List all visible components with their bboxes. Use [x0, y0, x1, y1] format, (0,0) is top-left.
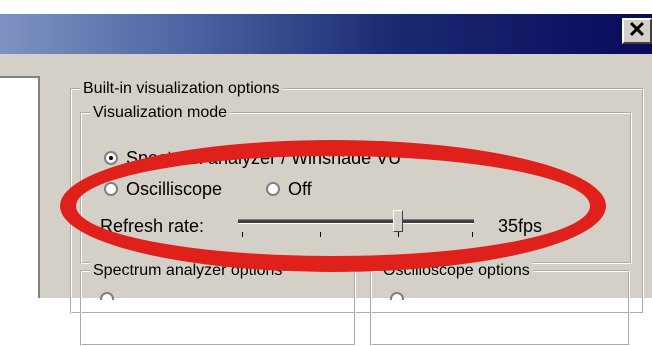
radio-button[interactable] — [104, 182, 118, 196]
radio-button[interactable] — [390, 292, 404, 300]
radio-off[interactable]: Off — [266, 177, 312, 201]
radio-button[interactable] — [266, 182, 280, 196]
slider-tick — [242, 232, 243, 237]
dialog-window: ✕ Built-in visualization options Visuali… — [0, 0, 652, 346]
refresh-rate-slider-track[interactable] — [238, 219, 474, 224]
radio-oscilloscope-label[interactable]: Oscilliscope — [126, 179, 222, 200]
radio-button[interactable] — [100, 292, 114, 300]
oscilloscope-options-group: Oscilloscope options — [370, 262, 630, 346]
close-button[interactable]: ✕ — [622, 18, 652, 44]
slider-tick — [320, 232, 321, 237]
slider-tick — [472, 232, 473, 237]
refresh-rate-label: Refresh rate: — [100, 216, 205, 236]
spectrum-analyzer-options-legend: Spectrum analyzer options — [90, 262, 286, 280]
title-bar[interactable] — [0, 14, 652, 54]
radio-off-label[interactable]: Off — [288, 179, 312, 200]
left-tree-pane[interactable] — [0, 76, 40, 298]
slider-tick — [398, 232, 399, 237]
visualization-mode-legend: Visualization mode — [90, 104, 231, 122]
radio-oscilloscope[interactable]: Oscilliscope — [104, 177, 222, 201]
radio-spectrum-analyzer[interactable]: Spectrum analyzer / Winshade VU — [104, 146, 401, 170]
oscilloscope-options-legend: Oscilloscope options — [380, 262, 533, 280]
refresh-rate-slider-thumb[interactable] — [393, 210, 404, 232]
radio-spectrum-label[interactable]: Spectrum analyzer / Winshade VU — [126, 148, 401, 169]
spectrum-analyzer-options-group: Spectrum analyzer options — [80, 262, 356, 346]
builtin-visualization-legend: Built-in visualization options — [80, 80, 283, 98]
close-icon: ✕ — [627, 17, 647, 42]
refresh-rate-value: 35fps — [498, 216, 543, 236]
radio-button-checked[interactable] — [104, 151, 118, 165]
